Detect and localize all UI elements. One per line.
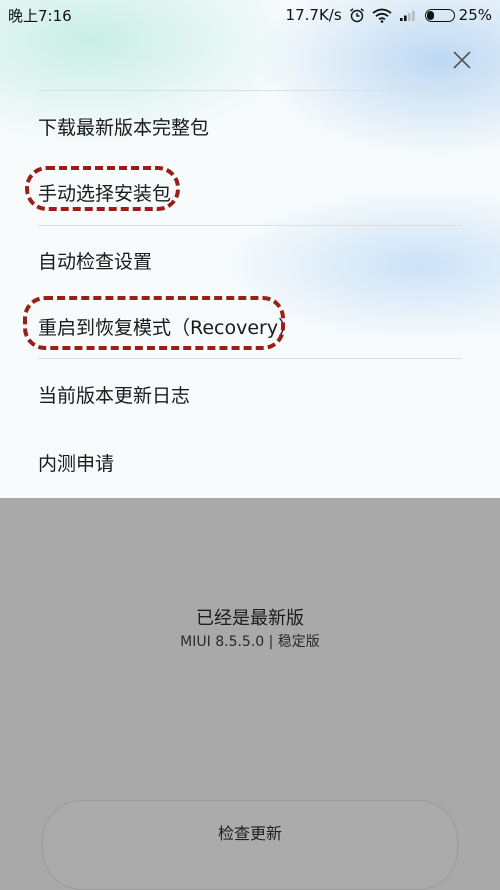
menu-panel: 晚上7:16 17.7K/s 25% 下载最新版本完整包 手动选择安装包 自动检… xyxy=(0,0,500,498)
wifi-icon xyxy=(372,8,392,23)
close-icon xyxy=(453,51,471,69)
divider xyxy=(38,90,462,91)
status-bar: 晚上7:16 17.7K/s 25% xyxy=(0,0,500,30)
version-label: MIUI 8.5.5.0 | 稳定版 xyxy=(180,634,320,650)
menu-item-download-full-package[interactable]: 下载最新版本完整包 xyxy=(38,113,209,140)
signal-icon xyxy=(399,8,418,22)
network-speed: 17.7K/s xyxy=(285,6,342,24)
update-status: 已经是最新版 xyxy=(196,608,304,629)
highlight-annotation xyxy=(23,296,285,350)
divider xyxy=(38,358,462,359)
battery-percent: 25% xyxy=(458,6,492,24)
battery-icon xyxy=(424,8,455,22)
close-button[interactable] xyxy=(448,46,476,74)
menu-item-auto-check-settings[interactable]: 自动检查设置 xyxy=(38,247,152,274)
highlight-annotation xyxy=(25,166,180,211)
check-update-button[interactable]: 检查更新 xyxy=(42,800,458,890)
divider xyxy=(38,225,462,226)
battery-indicator: 25% xyxy=(424,6,492,24)
alarm-icon xyxy=(349,7,365,23)
menu-item-changelog[interactable]: 当前版本更新日志 xyxy=(38,381,190,408)
menu-item-beta-apply[interactable]: 内测申请 xyxy=(38,449,114,476)
status-time: 晚上7:16 xyxy=(8,6,72,25)
battery-fill xyxy=(426,10,434,20)
status-indicators: 17.7K/s 25% xyxy=(286,6,492,24)
